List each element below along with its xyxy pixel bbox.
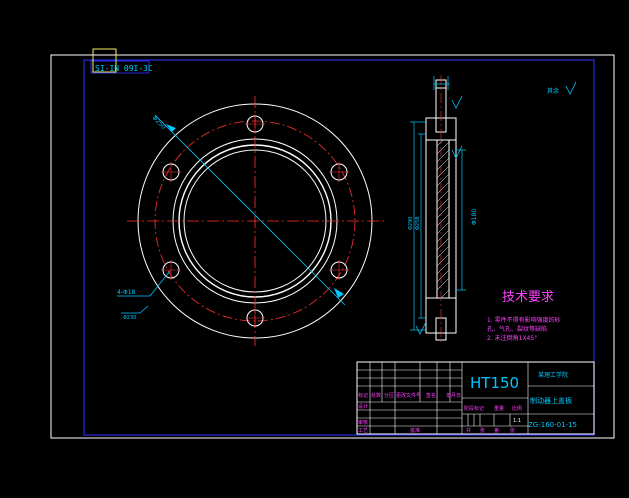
scale-value: 1:1 <box>513 418 521 424</box>
svg-text:审核: 审核 <box>358 419 368 426</box>
tech-note: 孔、气孔、裂纹等缺陷 <box>487 325 547 333</box>
svg-text:其余: 其余 <box>547 87 559 95</box>
side-dimensions-right <box>456 149 466 291</box>
diameter-label: Φ250 <box>151 114 168 131</box>
svg-text:处数: 处数 <box>371 392 381 399</box>
side-dim-2: Φ258 <box>415 217 421 230</box>
svg-text:共: 共 <box>466 427 471 434</box>
side-right-dim: Φ180 <box>471 209 478 225</box>
hole-callout-note: Φ230 <box>123 315 136 321</box>
stamp-text: SI-IN 09I-3C <box>95 64 153 73</box>
title-block[interactable]: 标记 处数 分区 更改文件号 签名 年月日 设计 审核 工艺 批准 HT150 … <box>356 361 595 435</box>
drawing-number-stamp[interactable]: SI-IN 09I-3C <box>90 48 153 74</box>
drawing-number: ZG-160-01-15 <box>528 421 577 429</box>
svg-text:比例: 比例 <box>512 405 522 412</box>
technical-requirements: 技术要求 1. 零件不得有影响强度的砂 孔、气孔、裂纹等缺陷 2. 未注倒角1X… <box>487 290 561 342</box>
diameter-dimension-line <box>154 114 346 306</box>
tech-note: 1. 零件不得有影响强度的砂 <box>487 316 561 324</box>
svg-text:签名: 签名 <box>426 392 436 399</box>
front-view[interactable]: Φ250 4-Φ18 Φ230 <box>117 96 384 346</box>
tech-title: 技术要求 <box>502 290 554 305</box>
svg-text:年月日: 年月日 <box>446 392 461 399</box>
svg-text:标记: 标记 <box>358 392 368 399</box>
general-roughness-note: 其余 <box>547 81 577 95</box>
svg-text:重量: 重量 <box>494 405 504 412</box>
svg-text:工艺: 工艺 <box>358 428 368 434</box>
svg-text:设计: 设计 <box>358 403 368 410</box>
svg-text:张: 张 <box>510 427 515 434</box>
svg-text:分区: 分区 <box>384 392 394 399</box>
side-dim-1: Φ290 <box>408 217 414 230</box>
svg-text:阶段标记: 阶段标记 <box>464 405 484 412</box>
tech-note: 2. 未注倒角1X45° <box>487 334 537 342</box>
school-name: 某理工学院 <box>538 371 568 379</box>
cad-drawing-canvas[interactable]: SI-IN 09I-3C Φ250 4-Φ18 Φ230 Φ290 Φ258 Φ… <box>0 0 629 498</box>
svg-text:张: 张 <box>480 427 485 434</box>
svg-text:第: 第 <box>494 427 499 434</box>
part-name: 制动器上盖板 <box>530 396 572 405</box>
hole-callout-sub <box>121 305 149 314</box>
side-section-view[interactable]: Φ290 Φ258 Φ180 <box>408 75 478 345</box>
svg-text:批准: 批准 <box>410 427 420 434</box>
hole-callout-text: 4-Φ18 <box>117 289 136 296</box>
svg-text:更改文件号: 更改文件号 <box>396 392 421 399</box>
material-text: HT150 <box>470 374 519 392</box>
